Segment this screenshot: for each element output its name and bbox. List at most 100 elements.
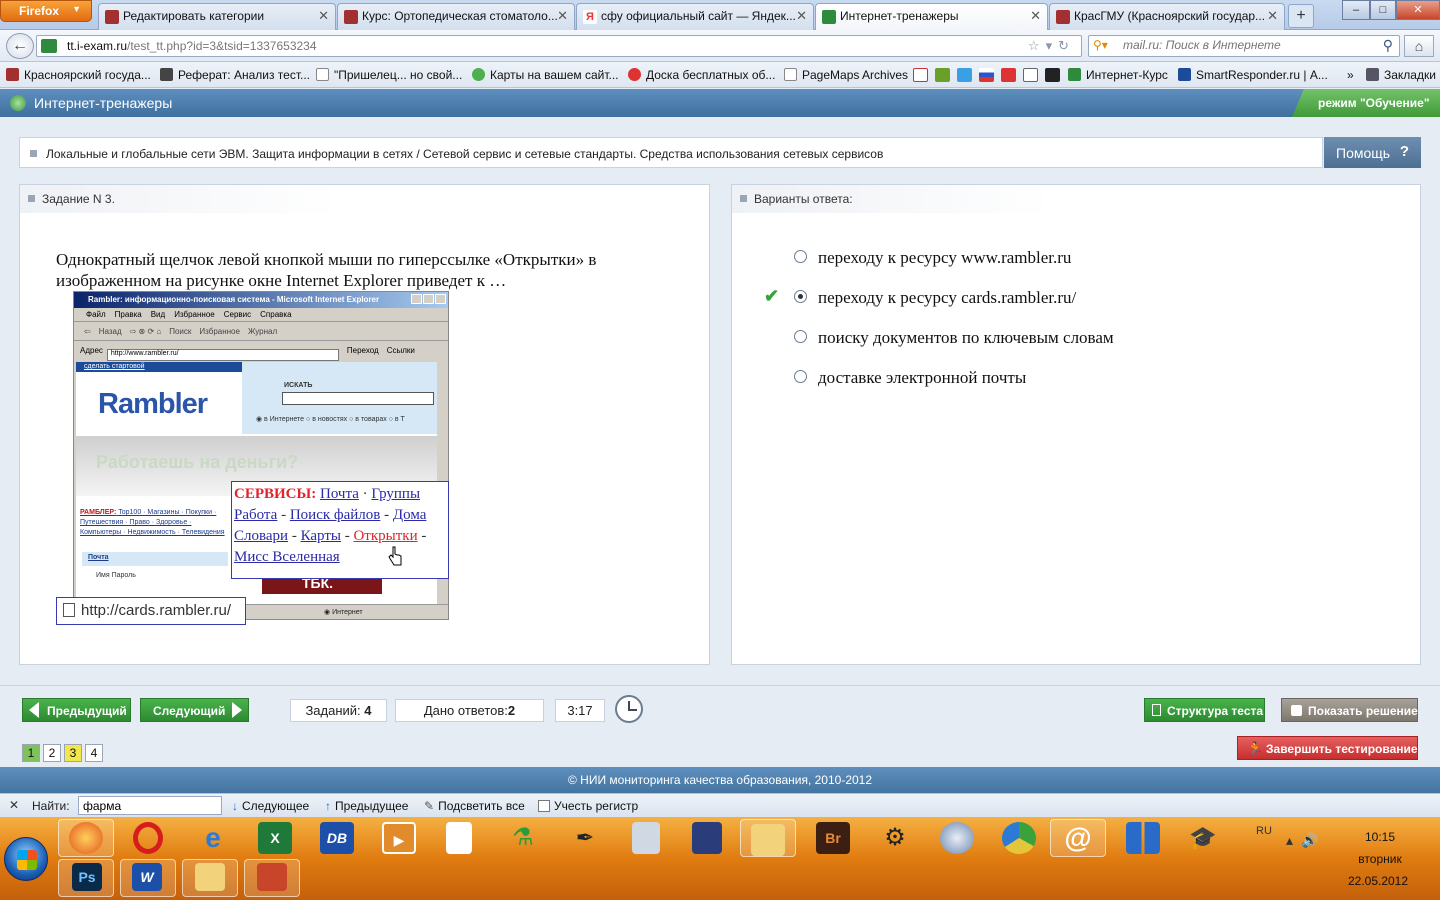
ie-banner-text: Работаешь на деньги? <box>96 452 299 472</box>
shield-icon[interactable] <box>940 822 974 854</box>
bookmark-maps[interactable]: Карты на вашем сайт... <box>472 68 619 82</box>
page-1[interactable]: 1 <box>22 744 40 762</box>
address-bar[interactable]: tt.i-exam.ru/test_tt.php?id=3&tsid=13376… <box>36 35 1082 57</box>
window-close-button[interactable]: ✕ <box>1396 0 1440 20</box>
next-button[interactable]: Следующий <box>140 698 249 722</box>
bookmark-star-icon[interactable]: ☆▾↻ <box>1028 38 1075 54</box>
bookmark-smartresponder[interactable]: SmartResponder.ru | А... <box>1178 68 1328 82</box>
app-title: Интернет-тренажеры <box>34 95 173 111</box>
gmail-icon[interactable] <box>913 68 928 82</box>
close-find-icon[interactable]: ✕ <box>9 798 19 812</box>
bullet-icon <box>28 195 35 202</box>
twitter-icon[interactable] <box>957 68 972 82</box>
ie-make-start-link: сделать стартовой <box>76 362 242 372</box>
browser-icon[interactable] <box>1002 822 1036 854</box>
checkbox-box[interactable] <box>538 800 550 812</box>
site-favicon-icon <box>822 10 836 24</box>
tab-course[interactable]: Курс: Ортопедическая стоматоло... ✕ <box>337 3 575 30</box>
page-4[interactable]: 4 <box>85 744 103 762</box>
pen-icon[interactable]: ✒ <box>568 822 602 854</box>
help-label: Помощь <box>1336 145 1391 161</box>
previous-button[interactable]: Предыдущий <box>22 698 131 722</box>
bookmark-favicon-icon <box>628 68 641 81</box>
bookmark-icon[interactable] <box>935 68 950 82</box>
find-next-button[interactable]: ↓ Следующее <box>232 799 309 813</box>
bookmark-favicon-icon <box>6 68 19 81</box>
find-previous-button[interactable]: ↑ Предыдущее <box>325 799 408 813</box>
bookmark-krasnoyarsk[interactable]: Красноярский госуда... <box>6 68 151 82</box>
rambler-logo: Rambler <box>98 388 208 420</box>
language-indicator[interactable]: RU <box>1256 825 1272 837</box>
close-tab-icon[interactable]: ✕ <box>1267 8 1278 24</box>
bridge-icon[interactable]: Br <box>816 822 850 854</box>
ie-go-label: Переход <box>346 346 379 355</box>
search-bar[interactable]: ⚲▾ ⚲ <box>1088 35 1400 57</box>
home-button[interactable]: ⌂ <box>1404 35 1434 57</box>
ie-left-links: РАМБЛЕР: Top100 · Магазины · Покупки · П… <box>80 508 230 538</box>
answer-radio[interactable] <box>794 290 807 303</box>
internet-explorer-icon[interactable]: e <box>196 822 230 854</box>
graduation-cap-icon[interactable]: 🎓 <box>1186 822 1220 854</box>
search-engine-icon[interactable]: ⚲▾ <box>1093 38 1108 52</box>
bookmark-alien[interactable]: "Пришелец... но свой... <box>316 68 462 82</box>
finish-test-button[interactable]: 🏃 Завершить тестирование <box>1237 736 1418 760</box>
find-input[interactable] <box>78 796 222 815</box>
bookmark-icon[interactable] <box>1045 68 1060 82</box>
bookmark-internet-course[interactable]: Интернет-Курс <box>1068 68 1168 82</box>
excel-icon[interactable]: X <box>258 822 292 854</box>
answer-radio[interactable] <box>794 370 807 383</box>
search-go-icon[interactable]: ⚲ <box>1383 37 1393 54</box>
ie-mail-box: Почта <box>82 552 228 566</box>
ie-menu-item: Справка <box>260 310 292 319</box>
ie-title-bar: Rambler: информационно-поисковая система… <box>74 292 448 308</box>
notepad-icon[interactable] <box>446 822 472 854</box>
help-button[interactable]: Помощь? <box>1324 137 1421 168</box>
show-solution-button[interactable]: Показать решение <box>1281 698 1418 722</box>
service-link: Почта <box>319 486 359 502</box>
site-identity-icon[interactable] <box>41 39 57 53</box>
answer-radio[interactable] <box>794 250 807 263</box>
page-2[interactable]: 2 <box>43 744 61 762</box>
windows-logo-icon <box>17 850 37 870</box>
database-icon[interactable]: DB <box>320 822 354 854</box>
media-player-icon[interactable]: ▶ <box>382 822 416 854</box>
bookmarks-menu-button[interactable]: Закладки <box>1366 68 1436 82</box>
start-button[interactable] <box>4 837 48 881</box>
opera-icon[interactable] <box>133 822 163 854</box>
tab-krasgmu[interactable]: КрасГМУ (Красноярский государ... ✕ <box>1049 3 1285 30</box>
back-button[interactable]: ← <box>6 33 34 59</box>
maximize-button[interactable]: □ <box>1370 0 1396 20</box>
bookmark-icon[interactable] <box>1023 68 1038 82</box>
bookmarks-overflow-button[interactable]: » <box>1347 68 1354 82</box>
test-structure-button[interactable]: Структура теста <box>1144 698 1265 722</box>
test-structure-label: Структура теста <box>1167 704 1264 718</box>
minimize-button[interactable]: – <box>1342 0 1370 20</box>
close-tab-icon[interactable]: ✕ <box>318 8 329 24</box>
close-tab-icon[interactable]: ✕ <box>796 8 807 24</box>
close-tab-icon[interactable]: ✕ <box>1030 8 1041 24</box>
tab-yandex[interactable]: Я сфу официальный сайт — Яндек... ✕ <box>576 3 814 30</box>
russia-flag-icon[interactable] <box>979 68 994 82</box>
new-tab-button[interactable]: + <box>1288 4 1314 28</box>
tab-internet-trainers[interactable]: Интернет-тренажеры ✕ <box>815 3 1048 31</box>
bookmark-pagemaps[interactable]: PageMaps Archives <box>784 68 908 82</box>
clock-time[interactable]: 10:15 <box>1350 830 1410 844</box>
firefox-menu-button[interactable]: Firefox ▼ <box>0 0 92 22</box>
network-icon[interactable]: ⚙ <box>878 822 912 854</box>
tray-icons[interactable]: ▴🔊 <box>1286 832 1326 849</box>
calculator-icon[interactable] <box>632 822 660 854</box>
tab-edit-categories[interactable]: Редактировать категории ✕ <box>98 3 336 30</box>
floppy-icon[interactable] <box>692 822 722 854</box>
close-tab-icon[interactable]: ✕ <box>557 8 568 24</box>
match-case-checkbox[interactable]: Учесть регистр <box>538 799 638 813</box>
grid-apps-icon[interactable] <box>1126 822 1160 854</box>
paint-icon[interactable]: ⚗ <box>506 822 540 854</box>
bookmark-referat[interactable]: Реферат: Анализ тест... <box>160 68 310 82</box>
search-input[interactable] <box>1123 38 1373 52</box>
bookmark-icon[interactable] <box>1001 68 1016 82</box>
service-link: Мисс Вселенная <box>234 549 340 565</box>
highlight-all-button[interactable]: ✎ Подсветить все <box>424 799 525 813</box>
bookmark-ads-board[interactable]: Доска бесплатных об... <box>628 68 775 82</box>
answer-radio[interactable] <box>794 330 807 343</box>
page-3[interactable]: 3 <box>64 744 82 762</box>
